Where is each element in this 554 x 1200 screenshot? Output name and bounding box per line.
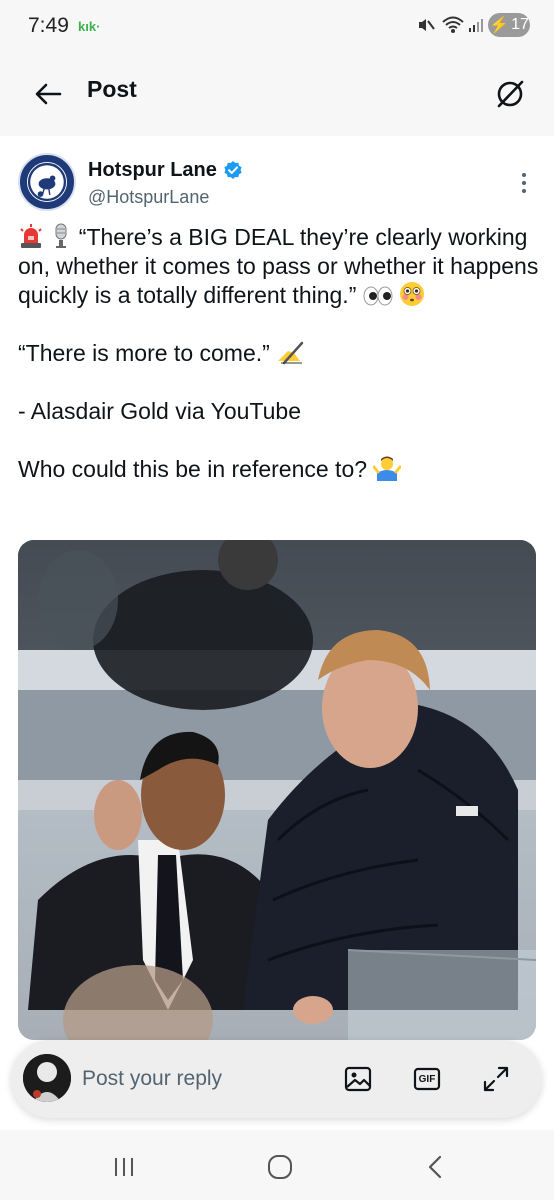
eyes-emoji-icon xyxy=(363,286,393,306)
battery-level: 17 xyxy=(511,16,529,33)
dot xyxy=(522,173,526,177)
author-avatar[interactable] xyxy=(18,153,76,211)
siren-emoji-icon xyxy=(20,224,42,248)
post-paragraph: - Alasdair Gold via YouTube xyxy=(18,397,544,426)
author-name-row[interactable]: Hotspur Lane xyxy=(88,156,243,184)
charging-icon: ⚡ xyxy=(489,17,510,34)
post-paragraph: Who could this be in reference to? xyxy=(18,455,544,484)
home-button[interactable] xyxy=(260,1152,300,1182)
arrow-left-icon xyxy=(35,83,62,105)
reply-input[interactable]: Post your reply xyxy=(82,1067,222,1091)
dot xyxy=(522,181,526,185)
author-handle[interactable]: @HotspurLane xyxy=(88,187,209,208)
system-back-button[interactable] xyxy=(415,1152,455,1182)
more-options-button[interactable] xyxy=(514,168,534,198)
wifi-icon xyxy=(442,16,464,33)
verified-badge-icon xyxy=(224,161,242,179)
system-navigation-bar xyxy=(0,1130,554,1200)
post-header: Post xyxy=(0,52,554,136)
post-paragraph-text: “There is more to come.” xyxy=(18,340,270,366)
status-time: 7:49 xyxy=(28,14,69,37)
person-shrugging-emoji-icon xyxy=(373,456,402,481)
grok-button[interactable] xyxy=(488,72,532,116)
user-avatar[interactable] xyxy=(23,1054,71,1102)
microphone-emoji-icon xyxy=(55,223,67,248)
recent-apps-button[interactable] xyxy=(104,1152,144,1182)
recent-apps-icon xyxy=(115,1158,133,1176)
dot xyxy=(522,189,526,193)
chevron-left-icon xyxy=(428,1155,442,1179)
add-gif-button[interactable]: GIF xyxy=(412,1064,442,1094)
status-bar: 7:49 kık· ⚡ 17 xyxy=(0,0,554,52)
add-image-button[interactable] xyxy=(343,1064,373,1094)
expand-icon xyxy=(483,1066,509,1092)
reply-composer[interactable]: Post your reply GIF xyxy=(11,1040,542,1118)
back-button[interactable] xyxy=(28,74,68,114)
post-paragraph: “There’s a BIG DEAL they’re clearly work… xyxy=(18,223,544,310)
mute-icon xyxy=(419,19,435,31)
author-display-name: Hotspur Lane xyxy=(88,158,217,181)
user-avatar-image xyxy=(23,1054,71,1102)
post-text: “There’s a BIG DEAL they’re clearly work… xyxy=(18,223,544,513)
kik-notification-icon: kık· xyxy=(78,19,101,34)
writing-hand-emoji-icon xyxy=(278,341,304,365)
post-paragraph: “There is more to come.” xyxy=(18,339,544,368)
post-paragraph-text: “There’s a BIG DEAL they’re clearly work… xyxy=(18,224,539,308)
post-paragraph-text: - Alasdair Gold via YouTube xyxy=(18,398,301,424)
home-icon xyxy=(268,1155,292,1179)
post-paragraph-text: Who could this be in reference to? xyxy=(18,456,368,482)
grok-icon xyxy=(497,80,524,108)
expand-composer-button[interactable] xyxy=(481,1064,511,1094)
signal-icon xyxy=(469,19,483,32)
page-title: Post xyxy=(87,76,137,102)
battery-indicator: ⚡ 17 xyxy=(488,13,530,37)
flushed-face-emoji-icon xyxy=(400,282,425,306)
image-icon xyxy=(344,1066,372,1092)
gif-label: GIF xyxy=(418,1073,436,1085)
post-image[interactable] xyxy=(18,540,536,1040)
post-photo-illustration xyxy=(18,540,536,1040)
hotspur-lane-logo xyxy=(21,156,73,208)
